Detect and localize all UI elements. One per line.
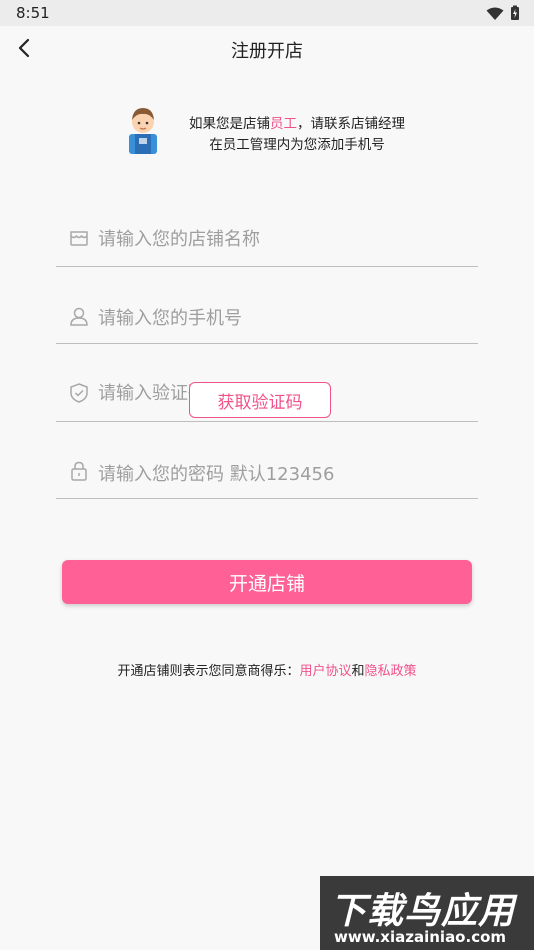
open-store-button[interactable]: 开通店铺 (62, 560, 472, 604)
notice-line-1-prefix: 如果您是店铺 (189, 116, 270, 132)
agreement-text: 开通店铺则表示您同意商得乐：用户协议和隐私政策 (0, 660, 534, 679)
watermark-title: 下载鸟应用 (330, 891, 516, 932)
watermark-url: www.xiazainiao.com (334, 928, 507, 946)
shield-check-icon (68, 382, 90, 404)
agreement-and: 和 (351, 664, 365, 679)
status-time: 8:51 (16, 4, 50, 22)
status-bar: 8:51 (0, 0, 534, 26)
employee-notice: 如果您是店铺员工，请联系店铺经理 在员工管理内为您添加手机号 (125, 104, 425, 156)
notice-line-2: 在员工管理内为您添加手机号 (209, 137, 385, 153)
password-input[interactable] (98, 459, 438, 489)
password-field (56, 439, 478, 499)
store-name-input[interactable] (98, 224, 438, 254)
agreement-prefix: 开通店铺则表示您同意商得乐： (117, 664, 300, 679)
page-title: 注册开店 (231, 41, 303, 62)
watermark-logo: 下载鸟应用 www.xiazainiao.com (320, 876, 534, 950)
phone-field (56, 284, 478, 344)
wifi-icon (486, 6, 504, 25)
notice-text: 如果您是店铺员工，请联系店铺经理 在员工管理内为您添加手机号 (167, 114, 427, 156)
lock-icon (68, 460, 90, 482)
battery-icon (510, 5, 520, 25)
user-icon (68, 305, 90, 327)
notice-line-1: 如果您是店铺员工，请联系店铺经理 (167, 114, 427, 135)
user-agreement-link[interactable]: 用户协议 (299, 664, 351, 679)
employee-avatar-icon (125, 104, 161, 154)
notice-highlight-employee: 员工 (270, 116, 297, 132)
app-header: 注册开店 (0, 26, 534, 74)
privacy-policy-link[interactable]: 隐私政策 (365, 664, 417, 679)
store-icon (68, 227, 90, 249)
notice-line-1-suffix: ，请联系店铺经理 (297, 116, 405, 132)
store-name-field (56, 207, 478, 267)
get-code-button[interactable]: 获取验证码 (189, 382, 331, 418)
status-icons (486, 5, 520, 25)
phone-input[interactable] (98, 303, 438, 333)
